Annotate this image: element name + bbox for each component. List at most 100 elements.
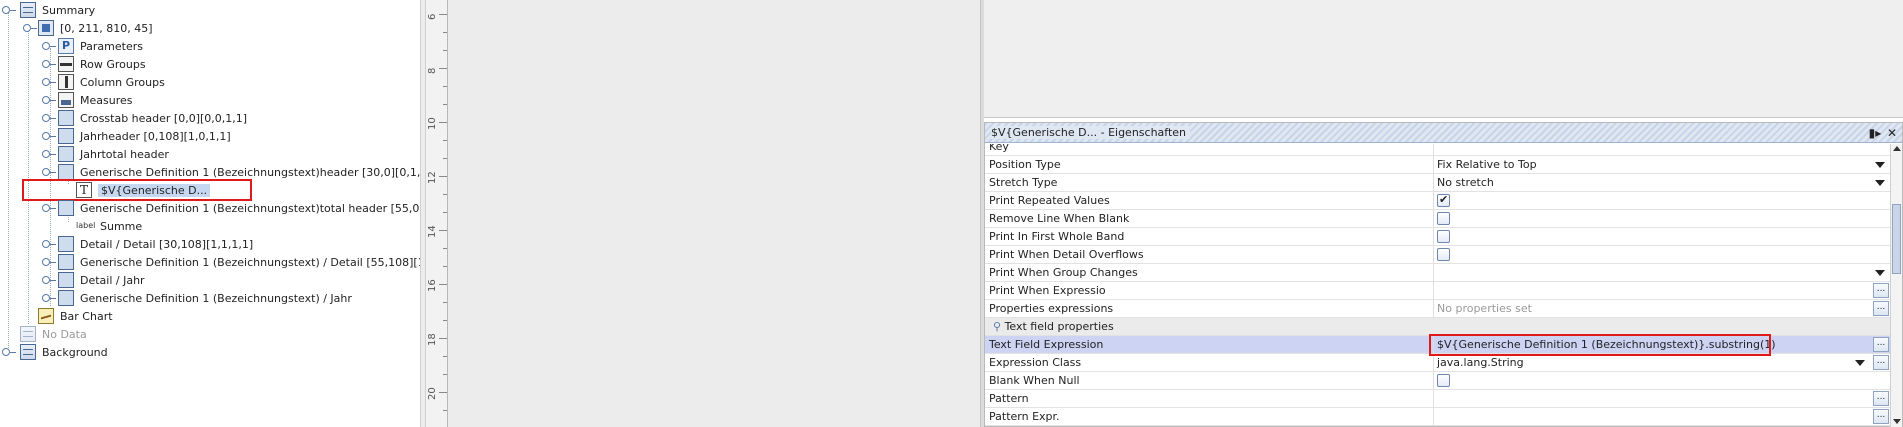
expand-handle-icon[interactable] <box>42 276 56 284</box>
cell-icon <box>58 290 74 306</box>
ellipsis-button[interactable]: ... <box>1873 301 1889 316</box>
property-row-key[interactable]: Key <box>985 144 1891 156</box>
remove-line-when-blank-checkbox[interactable] <box>1437 212 1450 225</box>
tree-item-label: Generische Definition 1 (Bezeichnungstex… <box>80 201 471 215</box>
collapse-handle-icon[interactable]: ⚲ <box>993 320 1001 333</box>
report-inspector-tree: Summary [0, 211, 810, 45] Parameters Row… <box>0 0 471 427</box>
tree-item-parameters[interactable]: Parameters <box>40 37 143 55</box>
expand-handle-icon[interactable] <box>2 6 16 14</box>
ellipsis-button[interactable]: ... <box>1873 391 1889 406</box>
print-in-first-whole-band-checkbox[interactable] <box>1437 230 1450 243</box>
pattern-expr-field[interactable] <box>1437 408 1867 425</box>
scroll-up-icon[interactable] <box>1893 146 1901 151</box>
expand-handle-icon[interactable] <box>42 294 56 302</box>
property-row-pattern[interactable]: Pattern ... <box>985 390 1891 408</box>
tree-item-row-groups[interactable]: Row Groups <box>40 55 146 73</box>
maximize-icon[interactable]: ▮▸ <box>1868 126 1882 140</box>
ellipsis-button[interactable]: ... <box>1873 337 1889 352</box>
expand-handle-icon[interactable] <box>42 204 56 212</box>
property-row-remove-line-when-blank[interactable]: Remove Line When Blank <box>985 210 1891 228</box>
ruler-tick <box>443 374 447 375</box>
expand-handle-icon[interactable] <box>42 96 56 104</box>
expand-handle-icon[interactable] <box>42 168 56 176</box>
column-divider <box>1433 372 1434 389</box>
expand-handle-icon[interactable] <box>42 60 56 68</box>
print-repeated-values-checkbox[interactable] <box>1437 193 1450 207</box>
tree-item-label: Jahrheader [0,108][1,0,1,1] <box>80 129 231 143</box>
dropdown-arrow-icon[interactable] <box>1875 269 1885 276</box>
band-icon <box>20 344 36 360</box>
tree-connector-line <box>8 12 9 352</box>
expand-handle-icon[interactable] <box>23 24 37 32</box>
print-when-detail-overflows-checkbox[interactable] <box>1437 248 1450 261</box>
property-name: Text Field Expression <box>989 338 1104 351</box>
ellipsis-button[interactable]: ... <box>1873 283 1889 298</box>
expand-handle-icon[interactable] <box>2 348 16 356</box>
expand-handle-icon[interactable] <box>42 150 56 158</box>
position-type-combo[interactable]: Fix Relative to Top <box>1437 156 1867 173</box>
tree-item-definition-detail[interactable]: Generische Definition 1 (Bezeichnungstex… <box>40 253 460 271</box>
tree-item-jahrtotal-header[interactable]: Jahrtotal header <box>40 145 169 163</box>
property-name: Print When Detail Overflows <box>989 248 1144 261</box>
expand-handle-icon[interactable] <box>42 240 56 248</box>
scroll-down-icon[interactable] <box>1893 419 1901 424</box>
column-divider <box>1433 390 1434 407</box>
tree-item-summe[interactable]: label Summe <box>76 217 142 235</box>
ruler-tick <box>443 158 447 159</box>
scrollbar-thumb[interactable] <box>1892 204 1901 274</box>
tree-item-measures[interactable]: Measures <box>40 91 132 109</box>
ruler-tick <box>439 176 447 177</box>
property-row-print-when-group-changes[interactable]: Print When Group Changes <box>985 264 1891 282</box>
dropdown-arrow-icon[interactable] <box>1855 359 1865 366</box>
property-row-print-in-first-whole-band[interactable]: Print In First Whole Band <box>985 228 1891 246</box>
ruler-tick <box>443 410 447 411</box>
column-divider <box>1433 156 1434 173</box>
tree-item-label: Measures <box>80 93 133 107</box>
property-row-properties-expressions[interactable]: Properties expressions No properties set… <box>985 300 1891 318</box>
column-divider <box>1433 282 1434 299</box>
ruler-label: 8 <box>427 67 438 74</box>
close-icon[interactable]: ✕ <box>1885 126 1899 140</box>
expand-handle-icon[interactable] <box>42 78 56 86</box>
tree-item-crosstab-header[interactable]: Crosstab header [0,0][0,0,1,1] <box>40 109 247 127</box>
ruler-label: 18 <box>427 333 438 346</box>
dropdown-arrow-icon[interactable] <box>1875 179 1885 186</box>
expand-handle-icon[interactable] <box>42 42 56 50</box>
stretch-type-combo[interactable]: No stretch <box>1437 174 1867 191</box>
expand-handle-icon[interactable] <box>42 132 56 140</box>
property-row-position-type[interactable]: Position Type Fix Relative to Top <box>985 156 1891 174</box>
expression-class-combo[interactable]: java.lang.String <box>1437 354 1867 371</box>
tree-item-definition-total-header[interactable]: Generische Definition 1 (Bezeichnungstex… <box>40 199 471 217</box>
tree-item-no-data[interactable]: No Data <box>0 325 87 343</box>
ellipsis-button[interactable]: ... <box>1873 409 1889 424</box>
tree-item-definition-jahr[interactable]: Generische Definition 1 (Bezeichnungstex… <box>40 289 352 307</box>
tree-item-background[interactable]: Background <box>0 343 108 361</box>
print-when-group-changes-combo[interactable] <box>1437 264 1867 281</box>
tree-item-detail-jahr[interactable]: Detail / Jahr <box>40 271 145 289</box>
expand-handle-icon[interactable] <box>42 258 56 266</box>
expand-handle-icon[interactable] <box>42 114 56 122</box>
ellipsis-button[interactable]: ... <box>1873 355 1889 370</box>
tree-item-detail-detail[interactable]: Detail / Detail [30,108][1,1,1,1] <box>40 235 253 253</box>
property-row-print-when-expression[interactable]: Print When Expressio ... <box>985 282 1891 300</box>
property-row-print-when-detail-overflows[interactable]: Print When Detail Overflows <box>985 246 1891 264</box>
print-when-expression-field[interactable] <box>1437 282 1867 299</box>
tree-item-crosstab[interactable]: [0, 211, 810, 45] <box>20 19 153 37</box>
property-row-print-repeated-values[interactable]: Print Repeated Values <box>985 192 1891 210</box>
pattern-field[interactable] <box>1437 390 1867 407</box>
properties-scrollbar[interactable] <box>1890 144 1902 427</box>
property-row-expression-class[interactable]: Expression Class java.lang.String ... <box>985 354 1891 372</box>
column-divider <box>1433 228 1434 245</box>
property-sheet: Key Position Type Fix Relative to Top St… <box>985 144 1891 427</box>
dropdown-arrow-icon[interactable] <box>1875 161 1885 168</box>
tree-item-summary[interactable]: Summary <box>0 1 95 19</box>
tree-item-column-groups[interactable]: Column Groups <box>40 73 165 91</box>
tree-item-bar-chart[interactable]: Bar Chart <box>38 307 113 325</box>
properties-title-bar[interactable]: $V{Generische D... - Eigenschaften ▮▸ ✕ <box>985 123 1902 143</box>
property-row-blank-when-null[interactable]: Blank When Null <box>985 372 1891 390</box>
report-design-canvas[interactable] <box>448 0 980 427</box>
blank-when-null-checkbox[interactable] <box>1437 374 1450 387</box>
property-row-stretch-type[interactable]: Stretch Type No stretch <box>985 174 1891 192</box>
property-row-pattern-expr[interactable]: Pattern Expr. ... <box>985 408 1891 426</box>
tree-item-jahrheader[interactable]: Jahrheader [0,108][1,0,1,1] <box>40 127 231 145</box>
